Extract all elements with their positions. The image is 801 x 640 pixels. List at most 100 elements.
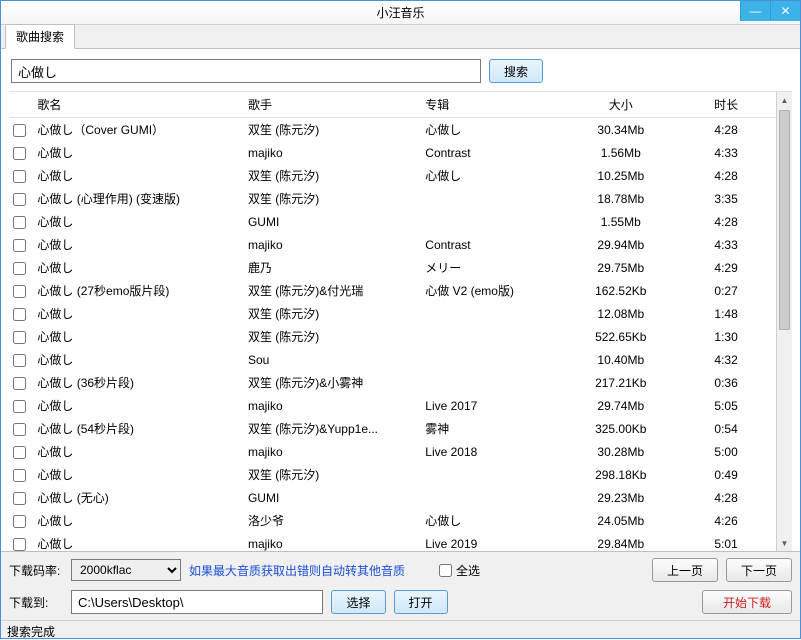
cell-duration: 5:00	[676, 440, 776, 463]
cell-size: 29.75Mb	[565, 256, 676, 279]
cell-album	[421, 371, 565, 394]
bitrate-select[interactable]: 2000kflac	[71, 559, 181, 581]
search-button[interactable]: 搜索	[489, 59, 543, 83]
choose-button[interactable]: 选择	[331, 590, 385, 614]
col-album[interactable]: 专辑	[421, 92, 565, 118]
col-duration[interactable]: 时长	[676, 92, 776, 118]
scrollbar[interactable]: ▲ ▼	[776, 92, 792, 551]
next-page-button[interactable]: 下一页	[726, 558, 792, 582]
row-checkbox[interactable]	[13, 193, 26, 206]
table-row[interactable]: 心做し (54秒片段)双笙 (陈元汐)&Yupp1e...雾神325.00Kb0…	[9, 417, 776, 440]
open-button[interactable]: 打开	[394, 590, 448, 614]
search-input[interactable]	[11, 59, 481, 83]
row-checkbox[interactable]	[13, 515, 26, 528]
cell-duration: 4:28	[676, 486, 776, 509]
table-row[interactable]: 心做し (36秒片段)双笙 (陈元汐)&小雾神217.21Kb0:36	[9, 371, 776, 394]
table-row[interactable]: 心做し洛少爷心做し24.05Mb4:26	[9, 509, 776, 532]
cell-artist: 双笙 (陈元汐)	[244, 463, 421, 486]
row-checkbox[interactable]	[13, 216, 26, 229]
cell-artist: 双笙 (陈元汐)	[244, 325, 421, 348]
table-row[interactable]: 心做し双笙 (陈元汐)298.18Kb0:49	[9, 463, 776, 486]
row-checkbox[interactable]	[13, 354, 26, 367]
window-title: 小汪音乐	[1, 4, 800, 21]
table-row[interactable]: 心做しGUMI1.55Mb4:28	[9, 210, 776, 233]
table-row[interactable]: 心做しmajikoLive 201729.74Mb5:05	[9, 394, 776, 417]
cell-size: 30.28Mb	[565, 440, 676, 463]
table-row[interactable]: 心做し双笙 (陈元汐)心做し10.25Mb4:28	[9, 164, 776, 187]
table-row[interactable]: 心做し（Cover GUMI）双笙 (陈元汐)心做し30.34Mb4:28	[9, 118, 776, 142]
col-name[interactable]: 歌名	[33, 92, 244, 118]
col-artist[interactable]: 歌手	[244, 92, 421, 118]
cell-album: 雾神	[421, 417, 565, 440]
cell-size: 1.55Mb	[565, 210, 676, 233]
row-checkbox[interactable]	[13, 538, 26, 551]
row-checkbox[interactable]	[13, 331, 26, 344]
row-checkbox[interactable]	[13, 170, 26, 183]
row-checkbox[interactable]	[13, 400, 26, 413]
table-row[interactable]: 心做し (无心)GUMI29.23Mb4:28	[9, 486, 776, 509]
table-row[interactable]: 心做し (心理作用) (变速版)双笙 (陈元汐)18.78Mb3:35	[9, 187, 776, 210]
cell-name: 心做し	[33, 394, 244, 417]
table-row[interactable]: 心做しmajikoContrast1.56Mb4:33	[9, 141, 776, 164]
table-row[interactable]: 心做し双笙 (陈元汐)12.08Mb1:48	[9, 302, 776, 325]
table-row[interactable]: 心做し鹿乃メリー29.75Mb4:29	[9, 256, 776, 279]
cell-name: 心做し	[33, 141, 244, 164]
cell-artist: 双笙 (陈元汐)&小雾神	[244, 371, 421, 394]
start-download-button[interactable]: 开始下载	[702, 590, 792, 614]
row-checkbox[interactable]	[13, 239, 26, 252]
cell-artist: GUMI	[244, 486, 421, 509]
table-row[interactable]: 心做しmajikoLive 201830.28Mb5:00	[9, 440, 776, 463]
cell-artist: 双笙 (陈元汐)	[244, 118, 421, 142]
table-row[interactable]: 心做しSou10.40Mb4:32	[9, 348, 776, 371]
dest-input[interactable]	[71, 590, 323, 614]
footer: 下载码率: 2000kflac 如果最大音质获取出错则自动转其他音质 全选 上一…	[1, 551, 800, 620]
cell-size: 217.21Kb	[565, 371, 676, 394]
col-size[interactable]: 大小	[565, 92, 676, 118]
row-checkbox[interactable]	[13, 423, 26, 436]
scroll-up-icon[interactable]: ▲	[777, 92, 792, 108]
app-window: 小汪音乐 — ✕ 歌曲搜索 搜索 歌名	[0, 0, 801, 639]
prev-page-button[interactable]: 上一页	[652, 558, 718, 582]
scroll-down-icon[interactable]: ▼	[777, 535, 792, 551]
minimize-button[interactable]: —	[740, 1, 770, 21]
cell-artist: 双笙 (陈元汐)&付光瑞	[244, 279, 421, 302]
row-checkbox[interactable]	[13, 308, 26, 321]
minimize-icon: —	[750, 4, 762, 18]
table-row[interactable]: 心做しmajikoLive 201929.84Mb5:01	[9, 532, 776, 551]
cell-album	[421, 325, 565, 348]
cell-artist: majiko	[244, 394, 421, 417]
cell-size: 29.74Mb	[565, 394, 676, 417]
cell-album: Contrast	[421, 233, 565, 256]
row-checkbox[interactable]	[13, 285, 26, 298]
table-row[interactable]: 心做しmajikoContrast29.94Mb4:33	[9, 233, 776, 256]
scroll-thumb[interactable]	[779, 110, 790, 330]
row-checkbox[interactable]	[13, 377, 26, 390]
close-button[interactable]: ✕	[770, 1, 800, 21]
row-checkbox[interactable]	[13, 446, 26, 459]
dest-label: 下载到:	[9, 594, 63, 611]
tab-search[interactable]: 歌曲搜索	[5, 24, 75, 49]
cell-name: 心做し	[33, 233, 244, 256]
cell-duration: 0:27	[676, 279, 776, 302]
cell-duration: 5:01	[676, 532, 776, 551]
search-bar: 搜索	[1, 49, 800, 91]
row-checkbox[interactable]	[13, 262, 26, 275]
select-all-wrap[interactable]: 全选	[439, 562, 480, 579]
results-table: 歌名 歌手 专辑 大小 时长 心做し（Cover GUMI）双笙 (陈元汐)心做…	[9, 92, 776, 551]
cell-album: メリー	[421, 256, 565, 279]
results-table-wrap: 歌名 歌手 专辑 大小 时长 心做し（Cover GUMI）双笙 (陈元汐)心做…	[9, 91, 792, 551]
row-checkbox[interactable]	[13, 124, 26, 137]
row-checkbox[interactable]	[13, 492, 26, 505]
cell-duration: 0:49	[676, 463, 776, 486]
table-row[interactable]: 心做し双笙 (陈元汐)522.65Kb1:30	[9, 325, 776, 348]
table-row[interactable]: 心做し (27秒emo版片段)双笙 (陈元汐)&付光瑞心做 V2 (emo版)1…	[9, 279, 776, 302]
cell-album: Live 2018	[421, 440, 565, 463]
cell-size: 10.25Mb	[565, 164, 676, 187]
cell-name: 心做し (心理作用) (变速版)	[33, 187, 244, 210]
select-all-checkbox[interactable]	[439, 564, 452, 577]
cell-name: 心做し	[33, 325, 244, 348]
row-checkbox[interactable]	[13, 147, 26, 160]
cell-duration: 4:33	[676, 141, 776, 164]
footer-row-2: 下载到: 选择 打开 开始下载	[9, 590, 792, 614]
row-checkbox[interactable]	[13, 469, 26, 482]
